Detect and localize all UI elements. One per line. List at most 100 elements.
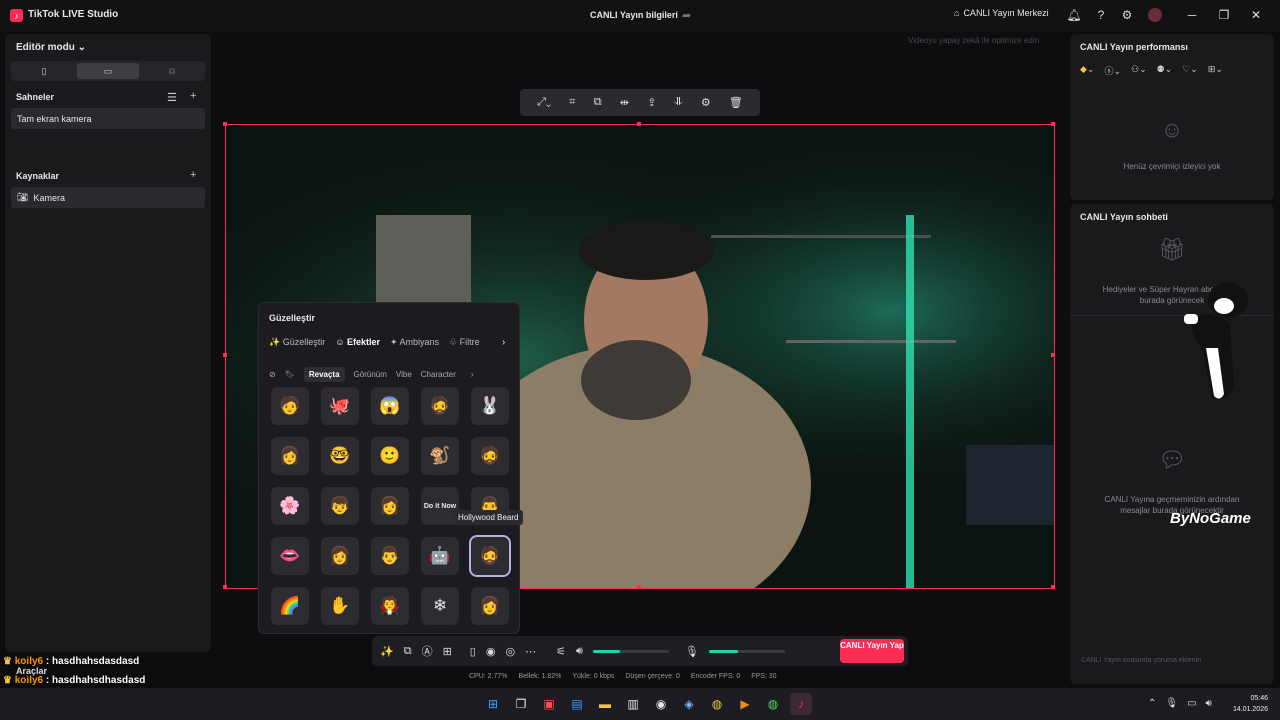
record-icon[interactable]: ◉ bbox=[486, 645, 496, 658]
clock[interactable]: 05:46 14.01.2026 bbox=[1224, 693, 1268, 715]
fit-icon[interactable]: ⤢⌄ bbox=[537, 96, 551, 109]
mic-icon[interactable]: 🎙︎ bbox=[685, 645, 699, 658]
effect-item[interactable]: 🐙 bbox=[321, 387, 359, 425]
subtab-character[interactable]: Character bbox=[421, 370, 456, 379]
effect-item[interactable]: 🧛 bbox=[371, 587, 409, 625]
adjust-icon[interactable]: ⚟ bbox=[556, 645, 566, 658]
maximize-icon[interactable]: ❐ bbox=[1215, 6, 1233, 24]
layer-up-icon[interactable]: ⇪ bbox=[647, 96, 656, 109]
tab-ambiance[interactable]: ✦ Ambiyans bbox=[390, 337, 439, 348]
steam-icon[interactable]: ◈ bbox=[678, 693, 700, 715]
effect-item[interactable]: 😱 bbox=[371, 387, 409, 425]
copy-icon[interactable]: ⧉ bbox=[594, 96, 602, 109]
tray-volume-icon[interactable]: 🔊︎ bbox=[1206, 698, 1212, 709]
resize-handle[interactable] bbox=[223, 585, 227, 589]
resize-handle[interactable] bbox=[637, 585, 641, 589]
effect-item[interactable]: ✋ bbox=[321, 587, 359, 625]
chevron-right-icon[interactable]: › bbox=[502, 337, 505, 348]
tab-filter[interactable]: ♧ Filtre bbox=[449, 337, 480, 348]
subtab-vibe[interactable]: Vibe bbox=[396, 370, 412, 379]
more-icon[interactable]: ⋯ bbox=[525, 645, 536, 658]
tab-effects[interactable]: ☺ Efektler bbox=[335, 337, 380, 348]
effect-item[interactable]: 🤖 bbox=[421, 537, 459, 575]
effect-item[interactable]: 🙂 bbox=[371, 437, 409, 475]
tiktok-studio-icon[interactable]: ♪ bbox=[790, 693, 812, 715]
trash-icon[interactable]: 🗑︎ bbox=[729, 96, 743, 109]
bookmark-icon[interactable]: 🔖︎ bbox=[285, 370, 295, 379]
chrome-alt-icon[interactable]: ◍ bbox=[762, 693, 784, 715]
flip-icon[interactable]: ⇹ bbox=[620, 96, 629, 109]
add-scene-icon[interactable]: + bbox=[190, 90, 196, 102]
likes-icon[interactable]: ♡⌄ bbox=[1182, 64, 1198, 77]
followers-icon[interactable]: ⚉⌄ bbox=[1157, 64, 1173, 77]
resize-handle[interactable] bbox=[1051, 122, 1055, 126]
share-icon[interactable]: ➦ bbox=[682, 9, 691, 22]
settings-icon[interactable]: ⚙ bbox=[1120, 8, 1134, 22]
bell-icon[interactable]: 🔔︎ bbox=[1066, 8, 1081, 22]
discord-icon[interactable]: ◉ bbox=[650, 693, 672, 715]
close-icon[interactable]: ✕ bbox=[1247, 6, 1265, 24]
effect-item[interactable]: 🌸 bbox=[271, 487, 309, 525]
list-icon[interactable]: ☰ bbox=[167, 91, 177, 104]
effect-item[interactable]: 🧔 bbox=[421, 387, 459, 425]
camera-settings-icon[interactable]: ◎ bbox=[505, 645, 515, 658]
minimize-icon[interactable]: ─ bbox=[1183, 6, 1201, 24]
landscape-mode-button[interactable]: ▭ bbox=[77, 63, 139, 79]
photos-icon[interactable]: ▤ bbox=[566, 693, 588, 715]
editor-mode-dropdown[interactable]: Editör modu ⌄ bbox=[16, 42, 86, 53]
effect-item[interactable]: 🧔 bbox=[469, 535, 511, 577]
start-icon[interactable]: ⊞ bbox=[482, 693, 504, 715]
volume-icon[interactable]: 🔊︎ bbox=[576, 645, 583, 658]
folder-icon[interactable]: ▬ bbox=[594, 693, 616, 715]
portrait-mode-button[interactable]: ▯ bbox=[13, 63, 75, 79]
help-icon[interactable]: ? bbox=[1094, 8, 1108, 22]
ai-icon[interactable]: Ⓐ bbox=[422, 643, 433, 659]
resize-handle[interactable] bbox=[1051, 353, 1055, 357]
resize-handle[interactable] bbox=[637, 122, 641, 126]
task-view-icon[interactable]: ❐ bbox=[510, 693, 532, 715]
mic-slider[interactable] bbox=[708, 649, 785, 653]
effect-item[interactable]: 🐰 bbox=[471, 387, 509, 425]
effect-item[interactable]: 🤓 bbox=[321, 437, 359, 475]
subtab-look[interactable]: Görünüm bbox=[354, 370, 387, 379]
live-center-button[interactable]: ⌂ CANLI Yayın Merkezi bbox=[954, 8, 1049, 18]
source-item[interactable]: 📷︎ Kamera bbox=[11, 187, 205, 208]
effect-item[interactable]: 👦 bbox=[321, 487, 359, 525]
avatar[interactable] bbox=[1148, 8, 1162, 22]
volume-slider[interactable] bbox=[592, 649, 669, 653]
chevron-right-icon[interactable]: › bbox=[471, 370, 474, 379]
interactive-icon[interactable]: ⧉ bbox=[404, 645, 412, 658]
effect-item[interactable]: 👩 bbox=[271, 437, 309, 475]
effect-item[interactable]: 👩 bbox=[471, 587, 509, 625]
effect-item[interactable]: 🐒 bbox=[421, 437, 459, 475]
subtab-trending[interactable]: Revaçta bbox=[303, 367, 345, 382]
dual-mode-button[interactable]: ⧉ bbox=[141, 63, 203, 79]
app-icon[interactable]: ▣ bbox=[538, 693, 560, 715]
effect-item[interactable]: 👩 bbox=[321, 537, 359, 575]
effect-item[interactable]: 👩 bbox=[371, 487, 409, 525]
chrome-icon[interactable]: ◍ bbox=[706, 693, 728, 715]
terminal-icon[interactable]: ▥ bbox=[622, 693, 644, 715]
live-info-title[interactable]: CANLI Yayın bilgileri bbox=[590, 10, 678, 20]
diamond-icon[interactable]: ◆⌄ bbox=[1080, 64, 1094, 77]
effect-item[interactable]: 🌈 bbox=[271, 587, 309, 625]
layer-down-icon[interactable]: ⥥ bbox=[675, 96, 683, 109]
chat-input[interactable]: CANLI Yayın sırasında yoruma eklenin bbox=[1075, 651, 1270, 671]
effect-item[interactable]: 👨 bbox=[371, 537, 409, 575]
effect-item[interactable]: 🧑 bbox=[271, 387, 309, 425]
tray-display-icon[interactable]: ▭ bbox=[1187, 698, 1196, 709]
go-live-button[interactable]: CANLI Yayın Yap bbox=[840, 639, 904, 663]
crop-icon[interactable]: ⌗ bbox=[569, 96, 575, 109]
phone-icon[interactable]: ▯ bbox=[470, 645, 476, 658]
coin-icon[interactable]: ⓢ⌄ bbox=[1104, 64, 1121, 77]
tab-beautify[interactable]: ✨ Güzelleştir bbox=[269, 337, 325, 348]
tray-chevron-icon[interactable]: ⌃ bbox=[1148, 698, 1156, 709]
resize-handle[interactable] bbox=[223, 353, 227, 357]
viewers-icon[interactable]: ⚇⌄ bbox=[1131, 64, 1147, 77]
gift-icon[interactable]: ⊞⌄ bbox=[1208, 64, 1223, 77]
settings-small-icon[interactable]: ⚙ bbox=[701, 96, 711, 109]
scene-item[interactable]: Tam ekran kamera bbox=[11, 108, 205, 129]
beautify-icon[interactable]: ✨ bbox=[380, 645, 394, 658]
effect-item[interactable]: 🧔 bbox=[471, 437, 509, 475]
effect-item[interactable]: 👄 bbox=[271, 537, 309, 575]
